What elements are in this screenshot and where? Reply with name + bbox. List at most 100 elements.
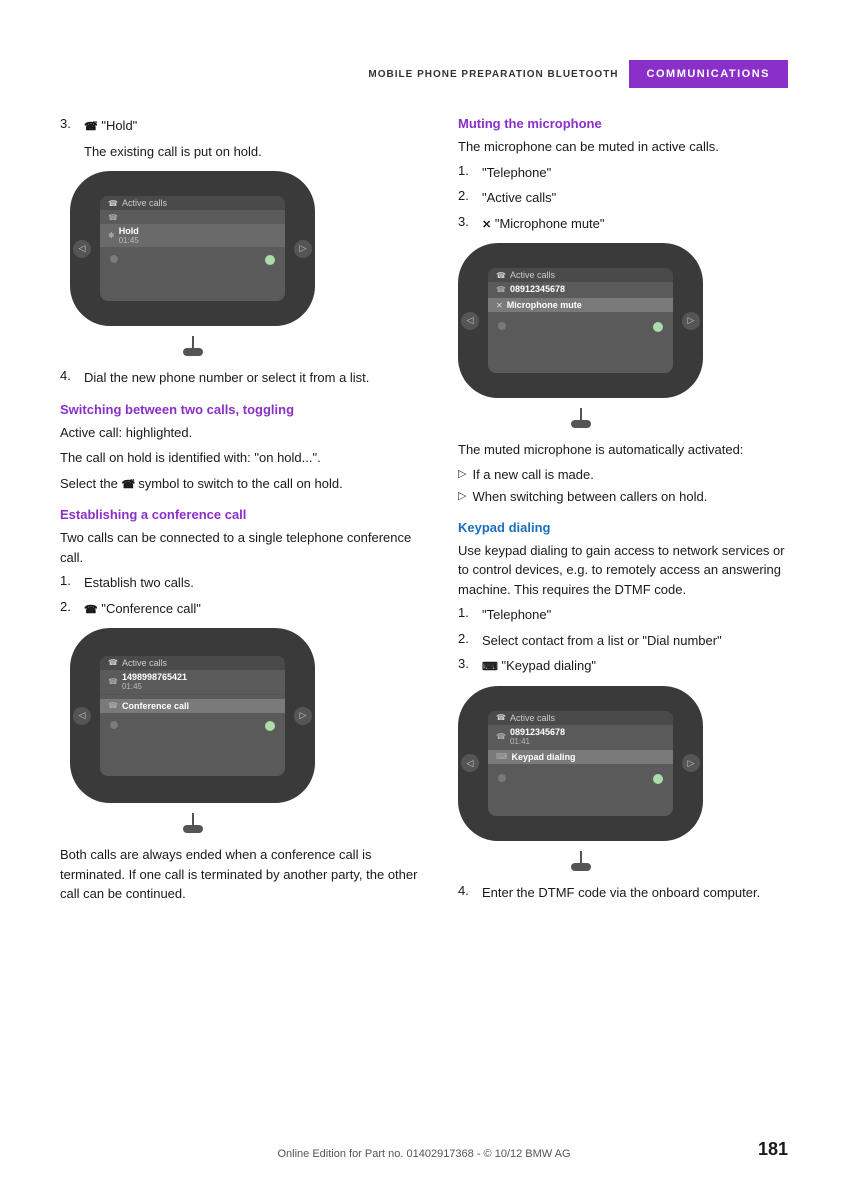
left-column: 3. ☎̈ "Hold" The existing call is put on… [60,116,430,910]
screen1-hold-label: Hold [119,226,277,236]
header-right-label: COMMUNICATIONS [629,60,788,88]
screen4-row1-icon: ☎ [496,732,506,741]
page-header: MOBILE PHONE PREPARATION BLUETOOTH COMMU… [60,60,788,88]
keypad-step-4: 4. Enter the DTMF code via the onboard c… [458,883,788,903]
screen-mockup-hold: ◁ ☎ Active calls ☎ ✱ [70,171,315,356]
screen-mockup-conference: ◁ ☎ Active calls ☎ 1498998765421 01:45 [70,628,315,833]
step-3: 3. ☎̈ "Hold" [60,116,430,136]
keypad-step-3: 3. ⌨ "Keypad dialing" [458,656,788,676]
keypad-heading: Keypad dialing [458,520,788,535]
muting-bullet-1-text: If a new call is made. [472,466,593,484]
screen-phone-icon: ☎ [108,199,118,208]
conf-step-1-num: 1. [60,573,78,593]
conf-step-1: 1. Establish two calls. [60,573,430,593]
muting-step-3: 3. ✕ "Microphone mute" [458,214,788,234]
muting-step-2-num: 2. [458,188,476,208]
muting-heading: Muting the microphone [458,116,788,131]
screen4-row2: ⌨ Keypad dialing [488,750,673,764]
conference-note: Both calls are always ended when a confe… [60,845,430,904]
conf-step-1-text: Establish two calls. [84,573,194,593]
keypad-left-arrow: ◁ [461,754,479,772]
screen3-title: Active calls [510,270,555,280]
screen2-conf-label: Conference call [122,701,277,711]
keypad-icon: ⌨ [482,661,498,673]
mute-icon: ✕ [482,219,491,231]
screen4-title: Active calls [510,713,555,723]
keypad-step-2-num: 2. [458,631,476,651]
screen3-row1: ☎ 08912345678 [488,282,673,296]
screen1-hold-time: 01:45 [119,236,277,245]
muting-step-1-num: 1. [458,163,476,183]
keypad-right-arrow: ▷ [682,754,700,772]
muting-step-1: 1. "Telephone" [458,163,788,183]
step-3-text: ☎̈ "Hold" [84,116,137,136]
conf-right-arrow: ▷ [294,707,312,725]
right-column: Muting the microphone The microphone can… [458,116,788,910]
screen3-number: 08912345678 [510,284,665,294]
keypad-step-4-num: 4. [458,883,476,903]
step-4-text: Dial the new phone number or select it f… [84,368,369,388]
bullet-arrow-icon-2: ▷ [458,489,466,502]
screen4-row1: ☎ 08912345678 01:41 [488,725,673,748]
bullet-arrow-icon-1: ▷ [458,467,466,480]
mute-left-arrow: ◁ [461,312,479,330]
screen2-title: Active calls [122,658,167,668]
conf-step-2-num: 2. [60,599,78,619]
screen1-row1: ☎ [100,210,285,224]
conf-screen-phone-icon: ☎ [108,658,118,667]
muting-step-3-num: 3. [458,214,476,234]
screen2-row2: ☎ Conference call [100,699,285,713]
screen3-mute-icon: ✕ [496,301,503,310]
screen3-mute-label: Microphone mute [507,300,665,310]
screen1-row1-icon: ☎ [108,213,118,222]
conf-step-2: 2. ☎ "Conference call" [60,599,430,619]
keypad-step-2-text: Select contact from a list or "Dial numb… [482,631,722,651]
left-arrow-button: ◁ [73,240,91,258]
conf-step-2-text: ☎ "Conference call" [84,599,201,619]
muting-desc: The microphone can be muted in active ca… [458,137,788,157]
muting-step-2-text: "Active calls" [482,188,556,208]
step-3-desc: The existing call is put on hold. [84,142,430,162]
conf-left-arrow: ◁ [73,707,91,725]
keypad-step-2: 2. Select contact from a list or "Dial n… [458,631,788,651]
conference-desc: Two calls can be connected to a single t… [60,528,430,567]
step-4: 4. Dial the new phone number or select i… [60,368,430,388]
right-arrow-button: ▷ [294,240,312,258]
keypad-desc: Use keypad dialing to gain access to net… [458,541,788,600]
screen4-number: 08912345678 [510,727,665,737]
switching-p1: Active call: highlighted. [60,423,430,443]
keypad-step-1: 1. "Telephone" [458,605,788,625]
hold-phone-icon: ☎̈ [84,121,98,133]
mute-screen-phone-icon: ☎ [496,271,506,280]
muting-note: The muted microphone is automatically ac… [458,440,788,460]
keypad-step-4-text: Enter the DTMF code via the onboard comp… [482,883,760,903]
switching-heading: Switching between two calls, toggling [60,402,430,417]
screen2-time: 01:45 [122,682,277,691]
switching-icon: ☎̈ [121,479,138,491]
muting-step-2: 2. "Active calls" [458,188,788,208]
header-left-label: MOBILE PHONE PREPARATION BLUETOOTH [368,60,628,88]
screen1-title: Active calls [122,198,167,208]
page-number: 181 [758,1139,788,1160]
screen-mockup-keypad: ◁ ☎ Active calls ☎ 08912345678 01:41 [458,686,703,871]
keypad-step-3-num: 3. [458,656,476,676]
screen-mockup-mute: ◁ ☎ Active calls ☎ 08912345678 ✕ Microph [458,243,703,428]
footer-text: Online Edition for Part no. 01402917368 … [0,1148,848,1160]
screen4-keypad-label: Keypad dialing [512,752,665,762]
step-3-num: 3. [60,116,78,136]
screen2-row1: ☎ 1498998765421 01:45 [100,670,285,693]
conference-heading: Establishing a conference call [60,507,430,522]
keypad-step-3-text: ⌨ "Keypad dialing" [482,656,596,676]
keypad-step-1-text: "Telephone" [482,605,551,625]
screen4-time: 01:41 [510,737,665,746]
screen1-row2: ✱ Hold 01:45 [100,224,285,247]
muting-bullet-1: ▷ If a new call is made. [458,466,788,484]
conf-phone-icon: ☎ [84,604,98,616]
switching-p3: Select the ☎̈ symbol to switch to the ca… [60,474,430,494]
screen4-keypad-icon: ⌨ [496,752,508,761]
screen1-hold-icon: ✱ [108,231,115,240]
muting-step-3-text: ✕ "Microphone mute" [482,214,605,234]
screen2-row1-icon: ☎ [108,677,118,686]
muting-bullet-2: ▷ When switching between callers on hold… [458,488,788,506]
muting-bullet-2-text: When switching between callers on hold. [472,488,707,506]
